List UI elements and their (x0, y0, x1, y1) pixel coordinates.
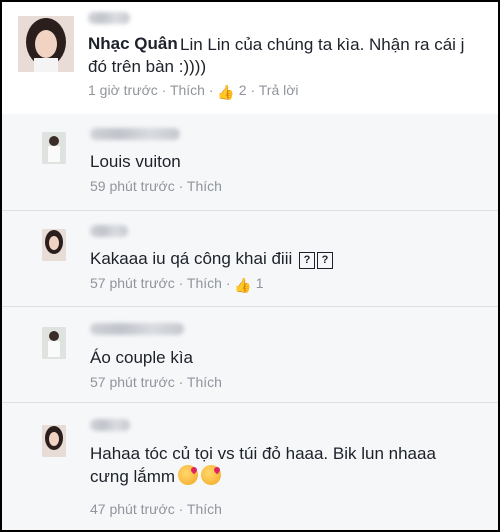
reply-meta: 59 phút trước · Thích (90, 178, 222, 194)
like-link[interactable]: Thích (187, 178, 222, 194)
reply-text: Áo couple kìa (90, 348, 194, 367)
comment-time[interactable]: 1 giờ trước (88, 82, 158, 98)
reply-text: Kakaaa iu qá công khai điii ?? (90, 248, 333, 270)
kiss-emoji-icon (201, 465, 222, 485)
reply-meta: 47 phút trước · Thích (90, 501, 222, 517)
comment-meta: 1 giờ trước · Thích · 👍 2 · Trả lời (88, 82, 299, 100)
like-count[interactable]: 1 (256, 275, 264, 291)
blurred-username (90, 128, 180, 140)
avatar[interactable] (42, 229, 66, 261)
avatar[interactable] (18, 16, 74, 72)
reply-meta: 57 phút trước · Thích · 👍 1 (90, 275, 264, 293)
like-link[interactable]: Thích (187, 275, 222, 291)
reply-time[interactable]: 59 phút trước (90, 178, 175, 194)
reply-time[interactable]: 57 phút trước (90, 275, 175, 291)
reply-time[interactable]: 47 phút trước (90, 501, 175, 517)
reply-comment: Kakaaa iu qá công khai điii ?? 57 phút t… (2, 210, 498, 307)
comment-text: Lin Lin của chúng ta kìa. Nhận ra cái j … (88, 35, 465, 76)
like-link[interactable]: Thích (187, 501, 222, 517)
reply-time[interactable]: 57 phút trước (90, 374, 175, 390)
blurred-username (90, 419, 130, 431)
reply-comment: Áo couple kìa 57 phút trước · Thích (2, 306, 498, 403)
avatar[interactable] (42, 132, 66, 164)
reply-text: Hahaa tóc củ tọi vs túi đỏ haaa. Bik lun… (90, 444, 436, 486)
blurred-username (90, 323, 184, 335)
reply-comment: Hahaa tóc củ tọi vs túi đỏ haaa. Bik lun… (2, 402, 498, 530)
reply-text: Louis vuiton (90, 152, 181, 171)
question-box-icon: ? (298, 252, 315, 269)
avatar[interactable] (42, 327, 66, 359)
reply-link[interactable]: Trả lời (259, 82, 299, 98)
reply-meta: 57 phút trước · Thích (90, 374, 222, 390)
like-link[interactable]: Thích (170, 82, 205, 98)
kiss-emoji-icon (178, 465, 199, 485)
question-box-icon: ? (316, 252, 333, 269)
reply-comment: Louis vuiton 59 phút trước · Thích (2, 114, 498, 210)
blurred-username (90, 225, 128, 237)
comment-thread: Nhạc Quân Lin Lin của chúng ta kìa. Nhận… (2, 2, 498, 530)
like-count[interactable]: 2 (239, 82, 247, 98)
thumbs-up-icon: 👍 (234, 277, 252, 293)
main-comment: Nhạc Quân Lin Lin của chúng ta kìa. Nhận… (2, 2, 498, 115)
blurred-username (88, 12, 130, 24)
avatar[interactable] (42, 425, 66, 457)
like-link[interactable]: Thích (187, 374, 222, 390)
thumbs-up-icon: 👍 (217, 84, 235, 100)
